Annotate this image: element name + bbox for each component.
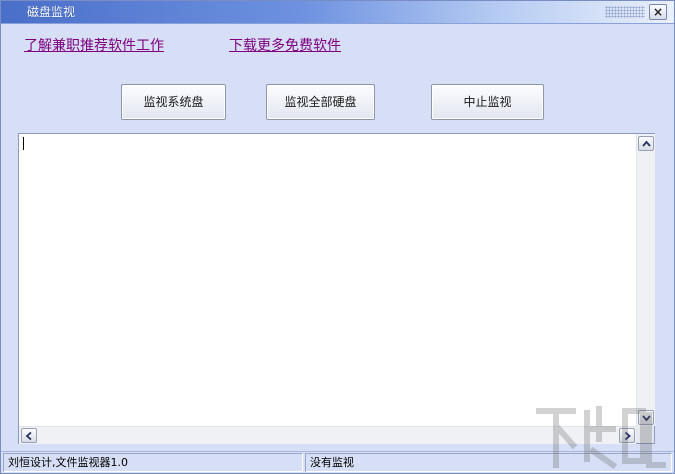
- horizontal-scrollbar[interactable]: [19, 426, 636, 444]
- window-title: 磁盘监视: [27, 5, 76, 19]
- arrow-down-icon: [642, 415, 651, 422]
- app-window: 磁盘监视 × 了解兼职推荐软件工作 下载更多免费软件 监视系统盘 监视全部硬盘 …: [0, 0, 675, 474]
- monitor-all-disks-button[interactable]: 监视全部硬盘: [266, 84, 375, 120]
- stop-monitoring-button[interactable]: 中止监视: [431, 84, 544, 120]
- status-bar: 刘恒设计,文件监视器1.0 没有监视: [1, 451, 674, 473]
- scroll-left-button[interactable]: [21, 428, 37, 443]
- text-caret: [23, 137, 24, 150]
- close-icon: ×: [652, 5, 664, 19]
- log-content[interactable]: [21, 136, 635, 426]
- download-more-link[interactable]: 下载更多免费软件: [229, 37, 341, 55]
- arrow-right-icon: [624, 432, 631, 440]
- monitor-system-disk-button[interactable]: 监视系统盘: [121, 84, 226, 120]
- status-monitor-state: 没有监视: [305, 453, 672, 472]
- close-button[interactable]: ×: [649, 4, 667, 20]
- arrow-up-icon: [642, 140, 651, 147]
- arrow-left-icon: [25, 432, 32, 440]
- title-bar[interactable]: 磁盘监视 ×: [1, 1, 674, 24]
- log-textarea[interactable]: [18, 133, 655, 444]
- scrollbar-corner: [636, 426, 654, 443]
- title-grip: [605, 6, 645, 18]
- scroll-right-button[interactable]: [619, 428, 635, 443]
- status-author-info: 刘恒设计,文件监视器1.0: [3, 453, 303, 472]
- scroll-down-button[interactable]: [638, 410, 654, 425]
- vertical-scrollbar[interactable]: [636, 134, 655, 426]
- scroll-up-button[interactable]: [638, 136, 654, 151]
- learn-more-link[interactable]: 了解兼职推荐软件工作: [24, 37, 164, 55]
